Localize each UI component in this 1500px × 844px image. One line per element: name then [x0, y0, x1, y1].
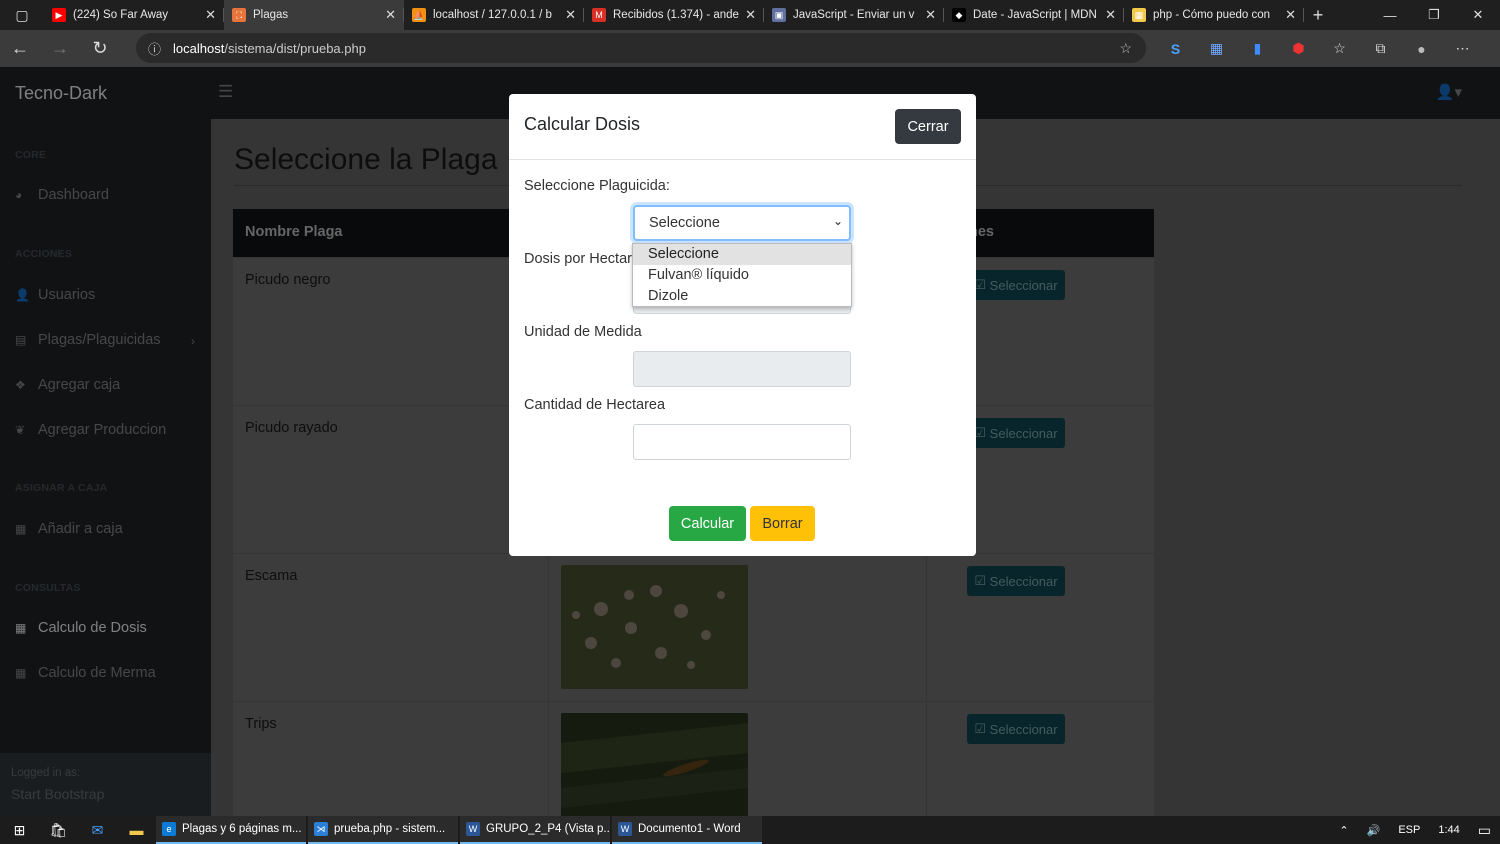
browser-tab[interactable]: ▦ php - Cómo puedo con ✕: [1124, 0, 1304, 30]
file-explorer-icon[interactable]: ▬: [117, 816, 156, 844]
tab-favicon-icon: ◆: [952, 8, 966, 22]
window-controls: — ❐ ✕: [1368, 0, 1500, 30]
tab-title: Recibidos (1.374) - ande: [613, 9, 739, 21]
tab-title: php - Cómo puedo con: [1153, 9, 1270, 21]
clock[interactable]: 1:44: [1429, 824, 1468, 836]
browser-tab[interactable]: M Recibidos (1.374) - ande ✕: [584, 0, 764, 30]
minimize-icon[interactable]: —: [1368, 0, 1412, 30]
browser-tab[interactable]: ▶ (224) So Far Away ✕: [44, 0, 224, 30]
plaguicida-dropdown: Seleccione Fulvan® líquido Dizole: [632, 243, 852, 307]
modal-header: Calcular Dosis Cerrar: [509, 94, 976, 160]
close-tab-icon[interactable]: ✕: [1285, 7, 1296, 23]
store-icon[interactable]: 🛍: [39, 816, 78, 844]
volume-icon[interactable]: 🔊: [1358, 824, 1390, 837]
tab-favicon-icon: ⛵: [412, 8, 426, 22]
plaguicida-select-value: Seleccione: [649, 215, 720, 231]
calcular-button[interactable]: Calcular: [669, 506, 746, 541]
new-tab-button[interactable]: +: [1304, 0, 1332, 30]
mail-icon[interactable]: ✉: [78, 816, 117, 844]
calcular-dosis-modal: Calcular Dosis Cerrar Seleccione Plaguic…: [509, 94, 976, 556]
taskbar-app-title: GRUPO_2_P4 (Vista p...: [486, 823, 610, 835]
tab-favicon-icon: ⛶: [232, 8, 246, 22]
taskbar: ⊞ 🛍 ✉ ▬ e Plagas y 6 páginas m... ⋊ prueba.…: [0, 816, 1500, 844]
app-icon: W: [466, 822, 480, 836]
tab-actions-icon[interactable]: ▢: [0, 0, 44, 30]
system-tray: ⌃ 🔊 ESP 1:44 ▭: [1330, 816, 1500, 844]
taskbar-app[interactable]: W GRUPO_2_P4 (Vista p...: [460, 816, 610, 844]
plaguicida-label: Seleccione Plaguicida:: [524, 178, 670, 194]
task-view-icon[interactable]: ⊞: [0, 816, 39, 844]
chevron-down-icon: ⌄: [832, 214, 843, 228]
browser-tab[interactable]: ⛶ Plagas ✕: [224, 0, 404, 30]
taskbar-app[interactable]: e Plagas y 6 páginas m...: [156, 816, 306, 844]
close-tab-icon[interactable]: ✕: [1105, 7, 1116, 23]
borrar-button[interactable]: Borrar: [750, 506, 815, 541]
taskbar-app-title: prueba.php - sistem...: [334, 823, 446, 835]
app-icon: ⋊: [314, 822, 328, 836]
app-icon: W: [618, 822, 632, 836]
tab-title: Date - JavaScript | MDN: [973, 9, 1097, 21]
tab-title: (224) So Far Away: [73, 9, 169, 21]
extension-s-icon[interactable]: S: [1155, 41, 1196, 57]
more-menu-icon[interactable]: ⋯: [1442, 40, 1483, 57]
adblock-extension-icon[interactable]: ⬢: [1278, 40, 1319, 57]
close-tab-icon[interactable]: ✕: [385, 7, 396, 23]
bookmark-extension-icon[interactable]: ▮: [1237, 40, 1278, 57]
reload-icon[interactable]: ↻: [80, 30, 120, 67]
close-tab-icon[interactable]: ✕: [925, 7, 936, 23]
translate-extension-icon[interactable]: ▦: [1196, 40, 1237, 57]
taskbar-app-title: Documento1 - Word: [638, 823, 741, 835]
tray-expand-icon[interactable]: ⌃: [1330, 824, 1357, 837]
taskbar-app[interactable]: ⋊ prueba.php - sistem...: [308, 816, 458, 844]
back-icon[interactable]: ←: [0, 30, 40, 67]
extensions-bar: S ▦ ▮ ⬢ ☆ ⧉ ● ⋯: [1155, 30, 1483, 67]
language-indicator[interactable]: ESP: [1389, 824, 1429, 836]
unidad-field: [633, 351, 851, 387]
dosis-label: Dosis por Hectar: [524, 251, 632, 267]
taskbar-app-title: Plagas y 6 páginas m...: [182, 823, 302, 835]
forward-icon[interactable]: →: [40, 30, 80, 67]
browser-tab[interactable]: ▣ JavaScript - Enviar un v ✕: [764, 0, 944, 30]
cerrar-button[interactable]: Cerrar: [895, 109, 961, 144]
dropdown-option[interactable]: Seleccione: [633, 244, 851, 265]
favorites-icon[interactable]: ☆: [1319, 40, 1360, 57]
close-tab-icon[interactable]: ✕: [565, 7, 576, 23]
browser-tab[interactable]: ⛵ localhost / 127.0.0.1 / b ✕: [404, 0, 584, 30]
tab-favicon-icon: ▦: [1132, 8, 1146, 22]
tab-favicon-icon: M: [592, 8, 606, 22]
tab-favicon-icon: ▣: [772, 8, 786, 22]
profile-avatar-icon[interactable]: ●: [1401, 41, 1442, 57]
cantidad-field[interactable]: [633, 424, 851, 460]
tab-title: JavaScript - Enviar un v: [793, 9, 915, 21]
unidad-label: Unidad de Medida: [524, 324, 642, 340]
browser-chrome: ▢ ▶ (224) So Far Away ✕ ⛶ Plagas ✕ ⛵ localhost …: [0, 0, 1500, 67]
tab-title: localhost / 127.0.0.1 / b: [433, 9, 552, 21]
url-path: /sistema/dist/prueba.php: [224, 40, 366, 56]
tab-bar: ▢ ▶ (224) So Far Away ✕ ⛶ Plagas ✕ ⛵ localhost …: [0, 0, 1500, 30]
app-icon: e: [162, 822, 176, 836]
close-tab-icon[interactable]: ✕: [205, 7, 216, 23]
address-bar[interactable]: ⓘ localhost/sistema/dist/prueba.php ☆: [136, 33, 1146, 63]
dropdown-option[interactable]: Dizole: [633, 286, 851, 307]
dropdown-option[interactable]: Fulvan® líquido: [633, 265, 851, 286]
tab-favicon-icon: ▶: [52, 8, 66, 22]
plaguicida-select[interactable]: Seleccione ⌄: [633, 205, 851, 241]
modal-title: Calcular Dosis: [524, 114, 641, 134]
restore-icon[interactable]: ❐: [1412, 0, 1456, 30]
info-icon[interactable]: ⓘ: [148, 39, 161, 58]
browser-tab[interactable]: ◆ Date - JavaScript | MDN ✕: [944, 0, 1124, 30]
tab-title: Plagas: [253, 9, 289, 21]
cantidad-label: Cantidad de Hectarea: [524, 397, 666, 413]
taskbar-app[interactable]: W Documento1 - Word: [612, 816, 762, 844]
close-tab-icon[interactable]: ✕: [745, 7, 756, 23]
notifications-icon[interactable]: ▭: [1469, 822, 1500, 839]
url-host: localhost: [173, 40, 225, 56]
favorite-add-icon[interactable]: ☆: [1119, 40, 1132, 57]
collections-icon[interactable]: ⧉: [1360, 40, 1401, 57]
close-window-icon[interactable]: ✕: [1456, 0, 1500, 30]
